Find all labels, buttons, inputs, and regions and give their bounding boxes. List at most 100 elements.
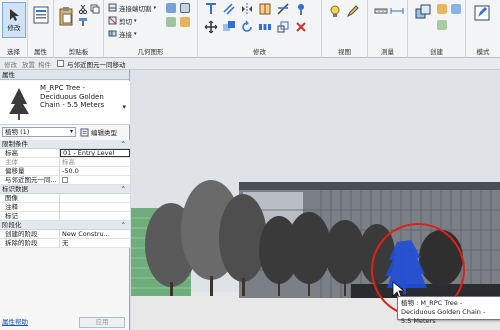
scene-canvas xyxy=(131,70,500,330)
edit-family-button[interactable] xyxy=(472,3,492,23)
delete-button[interactable] xyxy=(294,20,308,34)
move-with-nearby-cell xyxy=(60,176,130,184)
copy-button[interactable] xyxy=(90,4,100,14)
connect-end-cut-button[interactable]: 连接端切割 ▾ xyxy=(108,2,156,13)
level-field[interactable]: 01 - Entry Level xyxy=(60,149,130,157)
edit-type-label: 编辑类型 xyxy=(91,129,117,137)
align-icon xyxy=(206,3,216,14)
join-button[interactable]: 连接 ▾ xyxy=(108,28,137,39)
properties-palette: 属性 M_RPC Tree - Deciduous Golden Chain -… xyxy=(0,70,130,330)
mirror-pick-button[interactable] xyxy=(240,2,254,16)
host-value: 标高 xyxy=(62,158,75,166)
tree-thumbnail-icon xyxy=(9,88,29,120)
geometry-tool-4[interactable] xyxy=(180,17,190,27)
property-row-level: 标高 01 - Entry Level xyxy=(0,149,130,158)
cut-button[interactable]: 剪切 ▾ xyxy=(108,15,137,26)
modify-tools-group: 修改 xyxy=(198,0,322,58)
cut-geometry-icon xyxy=(108,16,117,25)
move-with-nearby-property-checkbox[interactable] xyxy=(62,177,68,183)
trim-button[interactable] xyxy=(276,2,290,16)
lightbulb-icon xyxy=(330,5,340,17)
array-icon xyxy=(259,24,271,30)
pin-button[interactable] xyxy=(294,2,308,16)
options-tab-place[interactable]: 放置 xyxy=(22,59,35,69)
type-dropdown-arrow-icon[interactable]: ▾ xyxy=(122,103,126,111)
rotate-button[interactable] xyxy=(240,20,254,34)
section-identity-label: 标识数据 xyxy=(2,185,28,193)
override-graphics-button[interactable] xyxy=(346,4,360,18)
paste-button[interactable] xyxy=(57,4,75,28)
comments-field[interactable] xyxy=(60,203,130,211)
property-row-comments: 注释 xyxy=(0,203,130,212)
property-row-phase-demolished: 拆除的阶段 无 xyxy=(0,239,130,248)
property-name: 标记 xyxy=(0,212,60,220)
property-name: 偏移量 xyxy=(0,167,60,175)
measure-button[interactable] xyxy=(374,4,388,18)
options-tab-modify[interactable]: 修改 xyxy=(4,59,17,69)
scale-button[interactable] xyxy=(276,20,290,34)
phase-demolished-field[interactable]: 无 xyxy=(60,239,130,247)
type-selector[interactable]: M_RPC Tree - Deciduous Golden Chain - 5.… xyxy=(0,81,130,125)
offset-icon xyxy=(223,3,235,15)
create-parts-button[interactable] xyxy=(436,3,448,15)
array-button[interactable] xyxy=(258,20,272,34)
create-group-label: 创建 xyxy=(430,48,443,56)
paste-icon xyxy=(59,7,73,26)
mark-field[interactable] xyxy=(60,212,130,220)
dropdown-arrow-icon: ▾ xyxy=(134,30,137,37)
mirror-icon xyxy=(242,3,252,15)
split-button[interactable] xyxy=(258,2,272,16)
section-phasing[interactable]: 阶段化 ⌃ xyxy=(0,221,130,230)
geometry-tool-2[interactable] xyxy=(180,3,190,13)
section-identity[interactable]: 标识数据 ⌃ xyxy=(0,185,130,194)
dimension-button[interactable] xyxy=(390,4,404,18)
dimension-icon xyxy=(390,8,404,14)
property-row-host: 主体 标高 xyxy=(0,158,130,167)
category-filter[interactable]: 植物 (1) ▾ xyxy=(2,127,76,137)
split-face-icon xyxy=(180,3,190,13)
create-group-button[interactable] xyxy=(450,3,462,15)
image-field[interactable] xyxy=(60,194,130,202)
properties-help-link[interactable]: 属性帮助 xyxy=(2,316,28,326)
create-assembly-button[interactable] xyxy=(414,3,432,21)
phase-created-field[interactable]: New Constru... xyxy=(60,230,130,238)
match-type-button[interactable] xyxy=(78,17,88,27)
apply-button[interactable]: 应用 xyxy=(79,317,125,328)
edit-family-icon xyxy=(474,5,490,21)
assembly-icon xyxy=(415,4,431,19)
hide-button[interactable] xyxy=(328,4,342,18)
create-similar-button[interactable] xyxy=(436,19,448,31)
trim-icon xyxy=(277,3,289,15)
options-tab-component[interactable]: 构件 xyxy=(38,59,51,69)
modify-button[interactable]: 修改 xyxy=(2,2,26,38)
edit-type-button[interactable]: 编辑类型 xyxy=(80,127,117,137)
demolish-icon xyxy=(180,17,190,27)
move-button[interactable] xyxy=(204,20,218,34)
properties-title: 属性 xyxy=(0,70,129,80)
ruler-icon xyxy=(374,8,388,14)
copy-element-button[interactable] xyxy=(222,20,236,34)
view-group-label: 视图 xyxy=(338,48,351,56)
collapse-icon: ⌃ xyxy=(120,140,126,148)
connect-end-cut-icon xyxy=(108,3,117,12)
3d-viewport[interactable]: 植物 : M_RPC Tree - Deciduous Golden Chain… xyxy=(131,70,500,330)
cut-icon-button[interactable] xyxy=(78,4,88,14)
join-label: 连接 xyxy=(119,30,132,39)
section-constraints[interactable]: 限制条件 ⌃ xyxy=(0,140,130,149)
type-name: M_RPC Tree - Deciduous Golden Chain - 5.… xyxy=(40,84,105,109)
property-name: 与邻近图元一同... xyxy=(0,176,60,184)
properties-icon xyxy=(33,6,49,24)
offset-field[interactable]: -50.0 xyxy=(60,167,130,175)
move-with-nearby-checkbox[interactable] xyxy=(57,60,64,67)
paint-icon xyxy=(166,17,176,27)
measure-group: 测量 xyxy=(368,0,408,58)
property-name: 拆除的阶段 xyxy=(0,239,60,247)
similar-icon xyxy=(437,20,447,30)
select-group: 修改 选择 xyxy=(0,0,28,58)
offset-button[interactable] xyxy=(222,2,236,16)
properties-button[interactable] xyxy=(31,4,51,26)
geometry-tool-3[interactable] xyxy=(166,17,176,27)
property-row-offset: 偏移量 -50.0 xyxy=(0,167,130,176)
geometry-tool-1[interactable] xyxy=(166,3,176,13)
align-button[interactable] xyxy=(204,2,218,16)
